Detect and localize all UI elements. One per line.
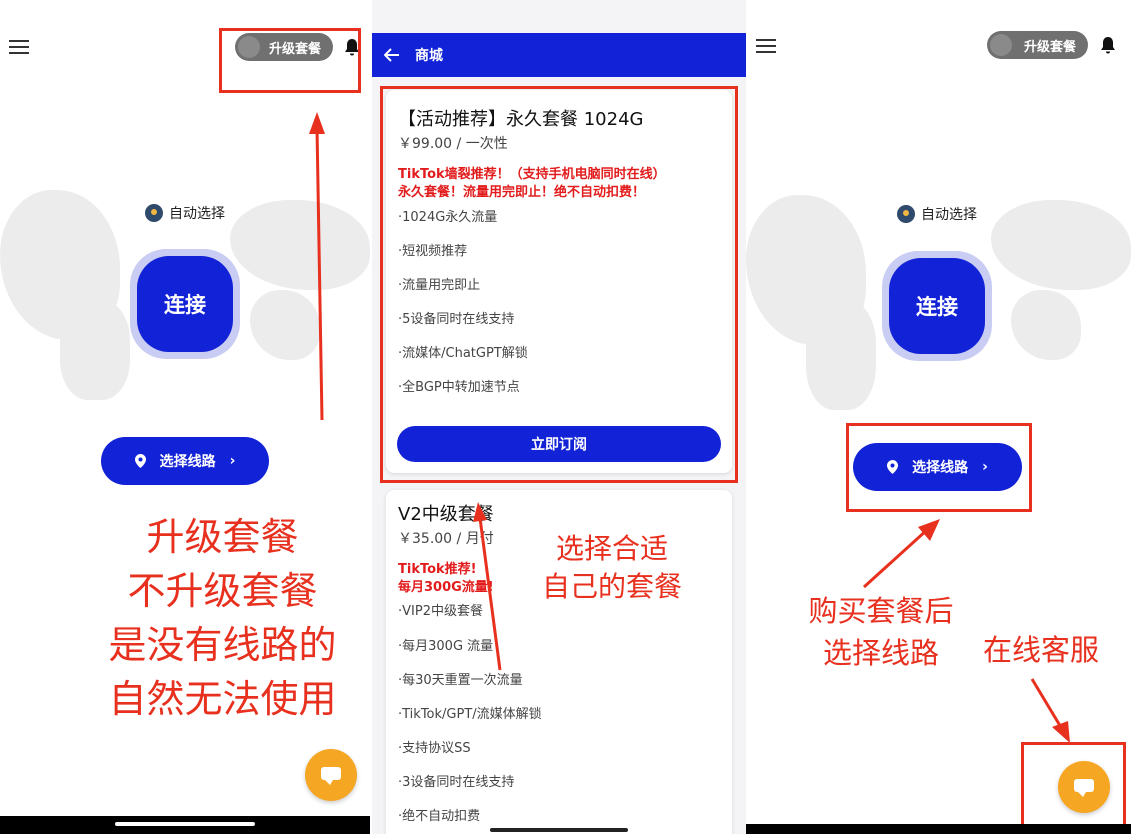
upgrade-annotation: 升级套餐 不升级套餐 是没有线路的 自然无法使用 bbox=[95, 510, 350, 726]
home-screen-right: 升级套餐 自动选择 连接 选择线路 › 购买套餐后 选择线路 在线客服 bbox=[746, 0, 1131, 834]
nav-bar bbox=[746, 824, 1131, 834]
auto-select-label: 自动选择 bbox=[169, 206, 225, 222]
globe-icon bbox=[145, 204, 163, 222]
connect-label: 连接 bbox=[164, 293, 206, 317]
buy-then-route-annotation: 购买套餐后 选择线路 bbox=[796, 590, 966, 674]
annotation-line: 升级套餐 bbox=[146, 515, 299, 559]
home-screen-left: 升级套餐 自动选择 连接 选择线路 › 升级套餐 不升级套餐 是没有线路的 自然… bbox=[0, 0, 370, 834]
highlight-upgrade-box bbox=[219, 28, 361, 93]
connect-ring: 连接 bbox=[130, 249, 240, 359]
auto-select-label: 自动选择 bbox=[921, 207, 977, 223]
annotation-line: 是没有线路的 bbox=[108, 623, 337, 667]
connect-label: 连接 bbox=[916, 295, 958, 319]
home-indicator[interactable] bbox=[115, 822, 255, 826]
connect-ring: 连接 bbox=[882, 251, 992, 361]
arrow-up-annotation bbox=[309, 112, 325, 421]
upgrade-plan-button[interactable]: 升级套餐 bbox=[987, 31, 1088, 59]
select-route-label: 选择线路 bbox=[159, 454, 216, 470]
highlight-plan-box bbox=[380, 86, 738, 483]
plan-feature: ·支持协议SS bbox=[398, 741, 471, 756]
world-map-africa bbox=[1011, 290, 1081, 360]
annotation-line: 购买套餐后 bbox=[808, 594, 954, 628]
globe-icon bbox=[897, 205, 915, 223]
highlight-chat-box bbox=[1021, 742, 1126, 834]
arrow-up-annotation bbox=[862, 519, 940, 589]
shop-title: 商城 bbox=[415, 48, 443, 64]
shop-header: 商城 bbox=[372, 33, 746, 77]
chat-bubble-icon bbox=[321, 767, 341, 785]
world-map-south bbox=[60, 300, 130, 400]
highlight-route-box bbox=[846, 423, 1032, 512]
plan-feature: ·VIP2中级套餐 bbox=[398, 604, 483, 619]
annotation-line: 自然无法使用 bbox=[108, 677, 337, 721]
arrow-up-annotation bbox=[473, 502, 502, 671]
home-indicator[interactable] bbox=[490, 828, 628, 832]
annotation-line: 选择线路 bbox=[822, 636, 939, 670]
plan-feature: ·TikTok/GPT/流媒体解锁 bbox=[398, 707, 542, 722]
plan-highlight: TikTok推荐! bbox=[398, 562, 477, 577]
annotation-line: 不升级套餐 bbox=[127, 569, 318, 613]
plan-feature: ·绝不自动扣费 bbox=[398, 809, 481, 824]
auto-select[interactable]: 自动选择 bbox=[897, 204, 977, 224]
choose-plan-annotation: 选择合适 自己的套餐 bbox=[522, 530, 702, 606]
auto-select[interactable]: 自动选择 bbox=[145, 203, 225, 223]
connect-button[interactable]: 连接 bbox=[889, 258, 985, 354]
toggle-knob-icon bbox=[990, 34, 1012, 56]
world-map-south bbox=[806, 300, 876, 410]
annotation-line: 选择合适 bbox=[555, 532, 668, 565]
chevron-right-icon: › bbox=[229, 453, 236, 469]
location-pin-icon bbox=[134, 454, 146, 468]
annotation-line: 自己的套餐 bbox=[541, 570, 682, 603]
support-annotation: 在线客服 bbox=[982, 633, 1099, 667]
plan-feature: ·3设备同时在线支持 bbox=[398, 775, 515, 790]
chat-support-button[interactable] bbox=[305, 749, 357, 801]
shop-screen: 商城 【活动推荐】永久套餐 1024G ￥99.00 / 一次性 TikTok墙… bbox=[372, 0, 746, 834]
bell-icon[interactable] bbox=[1100, 36, 1116, 54]
connect-button[interactable]: 连接 bbox=[137, 256, 233, 352]
menu-icon[interactable] bbox=[9, 40, 29, 54]
menu-icon[interactable] bbox=[756, 39, 776, 53]
world-map-east bbox=[991, 200, 1131, 290]
back-arrow-icon[interactable] bbox=[384, 48, 400, 62]
upgrade-plan-label: 升级套餐 bbox=[1023, 39, 1076, 55]
select-route-button[interactable]: 选择线路 › bbox=[101, 437, 269, 485]
arrow-down-annotation bbox=[1030, 678, 1070, 743]
